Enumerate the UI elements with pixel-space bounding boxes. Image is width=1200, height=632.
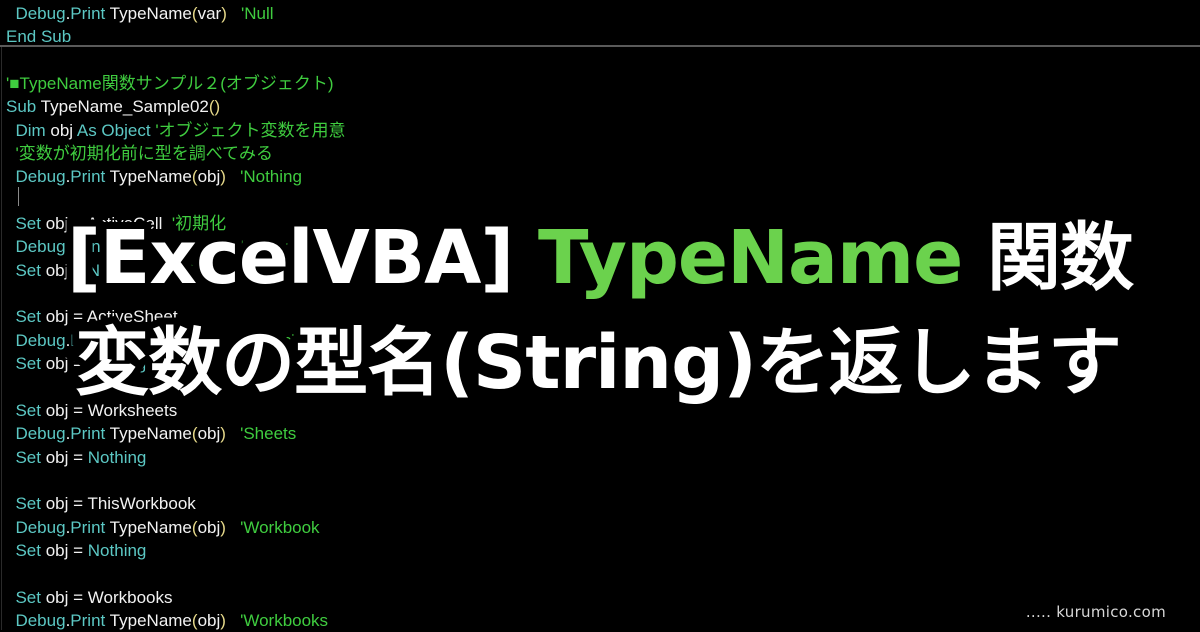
code-keyword: Debug bbox=[15, 424, 66, 444]
code-text: obj = bbox=[40, 540, 88, 560]
code-comment: 'Null bbox=[241, 4, 274, 23]
code-keyword: As Object bbox=[76, 120, 151, 140]
code-keyword: End Sub bbox=[6, 27, 72, 47]
title-prefix: [ExcelVBA] bbox=[60, 208, 539, 308]
code-line[interactable]: Set obj = Nothing bbox=[6, 446, 1196, 469]
code-keyword: Dim bbox=[15, 120, 46, 140]
code-text: obj = bbox=[40, 447, 88, 467]
code-comment: '変数が初期化前に型を調べてみる bbox=[15, 144, 274, 164]
code-keyword: Set bbox=[15, 587, 41, 607]
code-text: obj = Workbooks bbox=[40, 587, 173, 607]
code-line[interactable]: Set obj = Nothing bbox=[6, 539, 1196, 562]
code-keyword: Debug bbox=[15, 167, 66, 187]
code-line[interactable]: Dim obj As Object 'オブジェクト変数を用意 bbox=[6, 119, 1196, 142]
code-keyword: Print bbox=[70, 424, 106, 444]
code-text: TypeName bbox=[105, 610, 192, 630]
code-comment: 'Nothing bbox=[240, 167, 302, 187]
code-line[interactable] bbox=[6, 469, 1196, 492]
code-comment: 'オブジェクト変数を用意 bbox=[155, 120, 346, 140]
code-line[interactable] bbox=[6, 562, 1196, 585]
code-keyword: Set bbox=[15, 494, 41, 514]
code-keyword: Debug bbox=[15, 4, 66, 23]
code-keyword: Print bbox=[70, 4, 106, 23]
code-line[interactable]: Sub TypeName_Sample02() bbox=[6, 95, 1196, 118]
code-line[interactable]: Debug.Print TypeName(obj) 'Workbooks bbox=[6, 609, 1196, 632]
code-text: TypeName bbox=[105, 517, 192, 537]
code-keyword: Set bbox=[15, 447, 41, 467]
code-text: obj bbox=[197, 610, 221, 630]
code-keyword: Print bbox=[70, 167, 106, 187]
code-editor[interactable]: Debug.Print TypeName(var) 'Null End Sub '■… bbox=[0, 0, 1200, 630]
code-keyword: Sub bbox=[6, 97, 37, 117]
code-line[interactable]: Set obj = ThisWorkbook bbox=[6, 492, 1196, 515]
code-comment: '■TypeName関数サンプル２(オブジェクト) bbox=[6, 74, 334, 94]
code-keyword: Print bbox=[70, 610, 106, 630]
code-line[interactable]: Set obj = Workbooks bbox=[6, 586, 1196, 609]
code-line[interactable]: Debug.Print TypeName(var) 'Null bbox=[6, 2, 1196, 25]
code-comment: 'Sheets bbox=[240, 424, 297, 444]
code-text: var bbox=[197, 4, 222, 23]
code-line[interactable]: Debug.Print TypeName(obj) 'Nothing bbox=[6, 165, 1196, 188]
code-line[interactable]: '■TypeName関数サンプル２(オブジェクト) bbox=[6, 72, 1196, 95]
code-area[interactable]: Debug.Print TypeName(var) 'Null End Sub '■… bbox=[6, 2, 1196, 632]
code-line[interactable]: '変数が初期化前に型を調べてみる bbox=[6, 142, 1196, 165]
text-cursor bbox=[18, 187, 19, 206]
code-keyword: Debug bbox=[15, 610, 66, 630]
title-line-2: 変数の型名(String)を返します bbox=[68, 313, 1129, 413]
code-text: TypeName_Sample02 bbox=[36, 97, 209, 117]
code-keyword: Print bbox=[70, 517, 106, 537]
code-comment: 'Workbooks bbox=[240, 610, 329, 630]
code-keyword: Nothing bbox=[87, 447, 147, 467]
code-comment: 'Workbook bbox=[240, 517, 320, 537]
code-text: TypeName bbox=[105, 167, 192, 187]
code-line[interactable]: Debug.Print TypeName(obj) 'Sheets bbox=[6, 422, 1196, 445]
code-paren: () bbox=[208, 97, 221, 117]
code-text: obj = ThisWorkbook bbox=[40, 494, 196, 514]
code-keyword: Nothing bbox=[87, 540, 147, 560]
title-accent: TypeName bbox=[531, 208, 970, 308]
code-text: obj bbox=[197, 424, 221, 444]
code-line[interactable]: Debug.Print TypeName(obj) 'Workbook bbox=[6, 516, 1196, 539]
title-suffix: 関数 bbox=[962, 208, 1141, 308]
title-line-1: [ExcelVBA] TypeName 関数 bbox=[0, 208, 1200, 308]
site-watermark: ..... kurumico.com bbox=[1025, 603, 1166, 621]
code-line[interactable]: End Sub bbox=[6, 25, 1196, 48]
code-text: obj bbox=[197, 167, 221, 187]
code-keyword: Debug bbox=[15, 517, 66, 537]
code-line[interactable] bbox=[6, 189, 1196, 212]
code-keyword: Set bbox=[15, 540, 41, 560]
code-text: obj bbox=[197, 517, 221, 537]
code-line[interactable] bbox=[6, 49, 1196, 72]
code-text: TypeName bbox=[105, 424, 192, 444]
code-text: TypeName bbox=[105, 4, 192, 23]
code-text: obj bbox=[45, 120, 77, 140]
